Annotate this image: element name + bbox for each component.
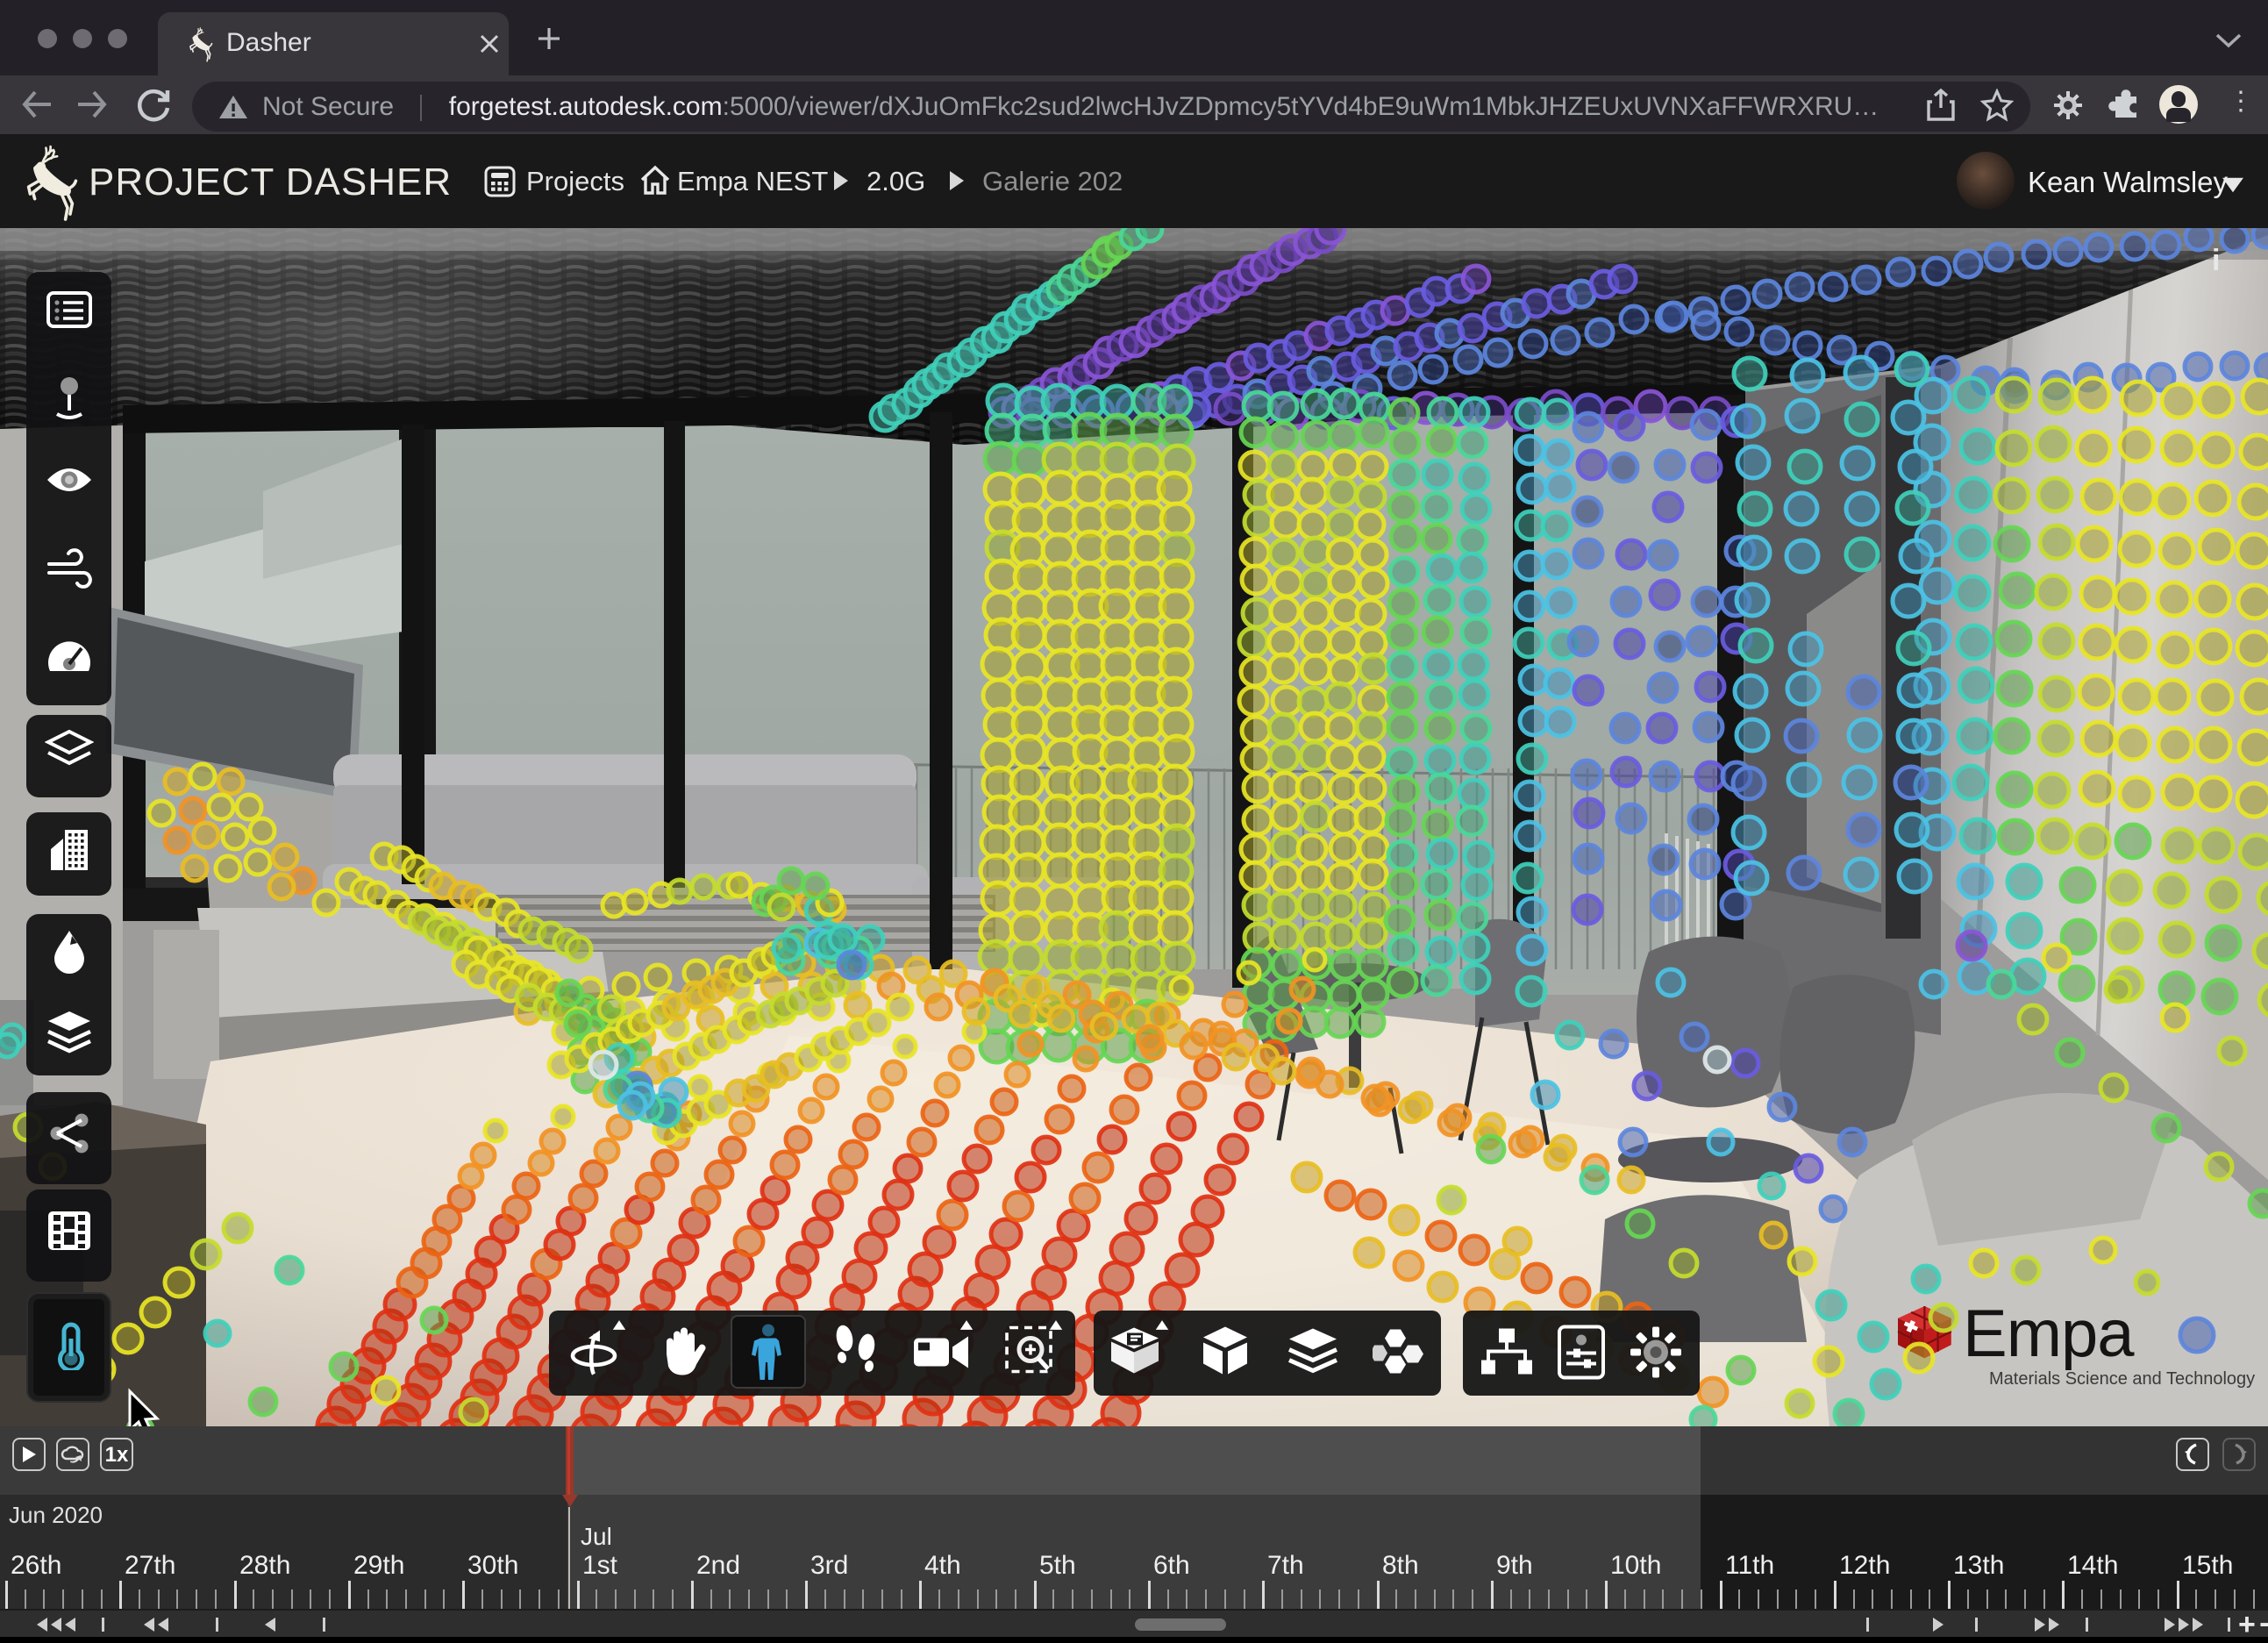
svg-text:Materials Science and Technolo: Materials Science and Technology	[1989, 1369, 2255, 1389]
svg-text:i: i	[2212, 244, 2220, 277]
svg-text:Empa: Empa	[1963, 1297, 2135, 1371]
